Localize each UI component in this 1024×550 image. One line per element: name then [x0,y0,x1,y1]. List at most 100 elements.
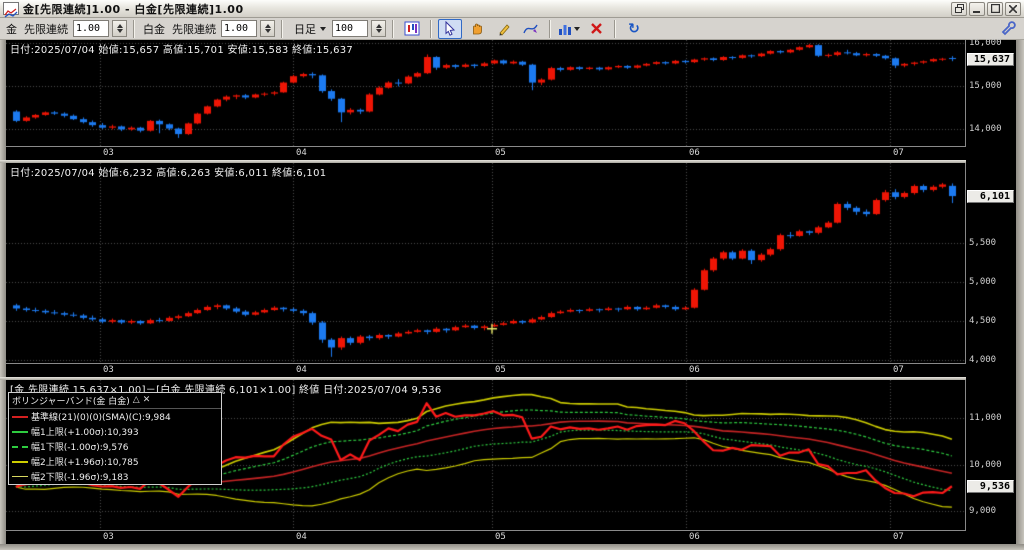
toolbar: 金 先限連続 白金 先限連続 日足 [0,18,1024,40]
legend-row-band1-lower: 幅1下限(-1.00σ):9,576 [9,439,221,454]
delete-x-icon [590,22,603,35]
frame-bottom [0,544,1024,550]
bollinger-legend-header: ボリンジャーバンド(金 白金) △ ✕ [9,393,221,409]
window-title: 金[先限連続]1.00 - 白金[先限連続]1.00 [23,1,244,17]
bar-count-spinner[interactable] [371,20,386,37]
y-axis-label: 4,000 [969,355,996,365]
price-axis-column: 16,000 15,000 14,000 15,637 5,500 5,000 4,500 4… [966,40,1016,544]
y-axis-label: 4,500 [969,316,996,326]
period-dropdown[interactable]: 日足 [289,20,329,38]
draw-curve-tool-button[interactable] [519,19,543,39]
titlebar[interactable]: 金[先限連続]1.00 - 白金[先限連続]1.00 [0,0,1024,18]
hand-icon [470,21,485,36]
gold-ratio-input[interactable] [73,20,109,37]
y-axis-label: 5,500 [969,238,996,248]
toolbar-separator [392,20,394,38]
toolbar-separator [133,20,135,38]
legend-collapse-button[interactable]: △ [133,396,140,405]
x-axis-label: 07 [893,532,904,542]
app-window: 金[先限連続]1.00 - 白金[先限連続]1.00 金 先限連続 白金 先限連… [0,0,1024,550]
y-axis-label: 16,000 [969,38,1002,48]
delete-drawing-button[interactable] [584,19,608,39]
frame-right [1016,40,1024,550]
platinum-chart-pane[interactable]: 日付:2025/07/04 始値:6,232 高値:6,263 安値:6,011… [6,163,966,363]
bollinger-legend: ボリンジャーバンド(金 白金) △ ✕ 基準線(21)(0)(0)(SMA)(C… [8,392,222,485]
band1-upper-swatch [12,431,28,433]
refresh-icon: ↻ [628,22,640,36]
bar-chart-icon [558,22,572,36]
legend-row-band2-lower: 幅2下限(-1.96σ):9,183 [9,469,221,484]
pencil-icon [497,21,512,36]
band1-lower-swatch [12,446,28,448]
spread-chart-pane[interactable]: [金 先限連続 15,637×1.00]－[白金 先限連続 6,101×1.00… [6,380,966,530]
x-axis-label: 03 [103,365,114,375]
gold-contract-label: 先限連続 [22,21,70,37]
x-axis-label: 05 [495,148,506,158]
gold-ratio-spinner[interactable] [112,20,127,37]
cursor-icon [443,21,457,36]
float-window-button[interactable] [951,2,967,16]
select-tool-button[interactable] [438,19,462,39]
y-axis-label: 11,000 [969,413,1002,423]
x-axis-label: 06 [689,532,700,542]
legend-close-button[interactable]: ✕ [143,396,151,405]
x-axis-label: 06 [689,365,700,375]
platinum-ratio-spinner[interactable] [260,20,275,37]
spread-x-axis: 03 04 05 06 07 [6,530,966,544]
last-price-badge: 9,536 [967,480,1014,493]
gold-symbol-label: 金 [4,21,19,37]
chart-type-button[interactable] [557,19,581,39]
x-axis-label: 04 [296,532,307,542]
bar-count-input[interactable] [332,20,368,37]
chart-settings-icon [404,21,421,37]
y-axis-label: 5,000 [969,277,996,287]
legend-row-band1-upper: 幅1上限(+1.00σ):10,393 [9,424,221,439]
x-axis-label: 05 [495,532,506,542]
toolbar-separator [614,20,616,38]
platinum-contract-label: 先限連続 [170,21,218,37]
band2-upper-swatch [12,461,28,463]
y-axis-label: 14,000 [969,124,1002,134]
maximize-button[interactable] [987,2,1003,16]
y-axis-label: 10,000 [969,460,1002,470]
chevron-down-icon [574,27,580,31]
x-axis-label: 07 [893,365,904,375]
chart-area: 日付:2025/07/04 始値:15,657 高値:15,701 安値:15,… [0,40,1024,550]
gold-chart-pane[interactable]: 日付:2025/07/04 始値:15,657 高値:15,701 安値:15,… [6,40,966,146]
x-axis-label: 03 [103,532,114,542]
chart-app-icon [3,2,19,15]
chart-settings-button[interactable] [400,19,424,39]
refresh-button[interactable]: ↻ [622,19,646,39]
band2-lower-swatch [12,476,28,477]
y-axis-label: 9,000 [969,506,996,516]
legend-row-band2-upper: 幅2上限(+1.96σ):10,785 [9,454,221,469]
x-axis-label: 04 [296,365,307,375]
y-axis-label: 15,000 [969,81,1002,91]
x-axis-label: 03 [103,148,114,158]
toolbar-separator [281,20,283,38]
pencil-tool-button[interactable] [492,19,516,39]
x-axis-label: 04 [296,148,307,158]
gold-info-line: 日付:2025/07/04 始値:15,657 高値:15,701 安値:15,… [10,41,353,56]
chevron-down-icon [320,27,326,31]
last-price-badge: 6,101 [967,190,1014,203]
last-price-badge: 15,637 [967,53,1014,66]
minimize-button[interactable] [969,2,985,16]
x-axis-label: 06 [689,148,700,158]
toolbar-separator [430,20,432,38]
sma-line-swatch [12,416,28,418]
gold-x-axis: 0304050607 [6,146,966,160]
platinum-ratio-input[interactable] [221,20,257,37]
platinum-symbol-label: 白金 [141,21,167,37]
wrench-icon [1001,21,1016,36]
platinum-info-line: 日付:2025/07/04 始値:6,232 高値:6,263 安値:6,011… [10,164,326,179]
hand-tool-button[interactable] [465,19,489,39]
pen-curve-icon [523,21,539,36]
close-button[interactable] [1005,2,1021,16]
platinum-candle-canvas[interactable] [6,163,966,363]
x-axis-label: 05 [495,365,506,375]
bollinger-legend-title: ボリンジャーバンド(金 白金) [12,394,130,407]
platinum-x-axis: 03 04 05 06 07 [6,363,966,377]
toolbar-separator [549,20,551,38]
settings-wrench-button[interactable] [996,19,1020,39]
